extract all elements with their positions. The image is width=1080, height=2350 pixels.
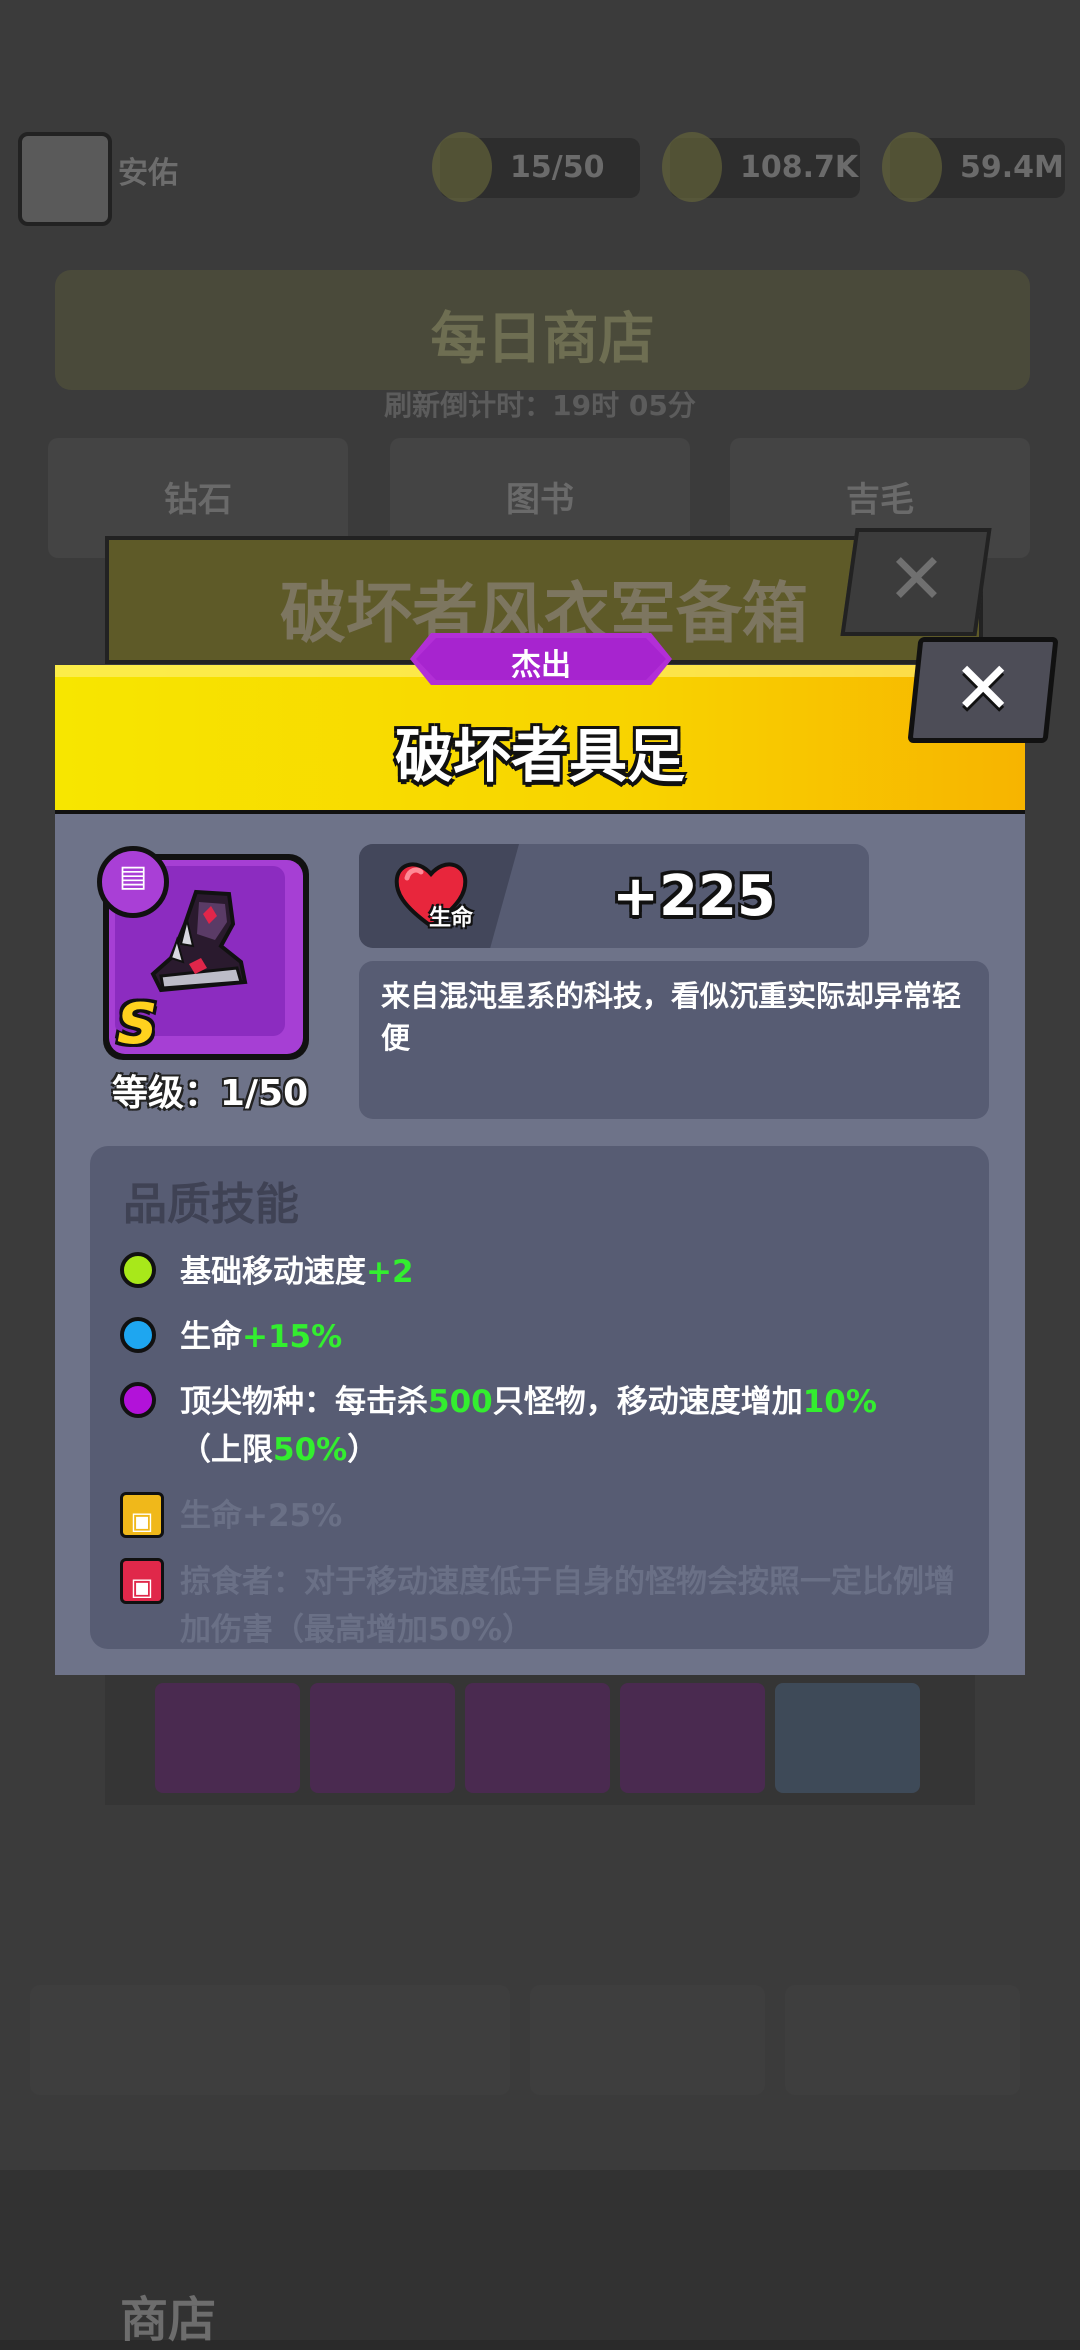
modal-body: ▤ S 等级：1/50 生命 +225 来自混沌星系的科技，看似沉重实际却异常轻…: [55, 814, 1025, 1675]
skill-text: 生命: [180, 1319, 242, 1355]
box-item-slot[interactable]: [620, 1683, 765, 1793]
locked-skill-text: 生命+25%: [180, 1498, 343, 1534]
grade-badge: S: [117, 992, 158, 1057]
buy-ten-button[interactable]: [785, 1985, 1020, 2095]
skills-title: 品质技能: [123, 1179, 299, 1230]
skill-text: ）: [347, 1432, 379, 1468]
item-description: 来自混沌星系的科技，看似沉重实际却异常轻便: [381, 979, 962, 1055]
bottom-nav: 商店: [0, 2170, 1080, 2348]
box-close-button[interactable]: ✕: [840, 528, 992, 636]
item-level: 等级：1/50: [111, 1073, 309, 1114]
shop-banner: 每日商店: [55, 270, 1030, 390]
equipment-type-badge: ▤: [97, 846, 169, 918]
coin-icon: [662, 132, 722, 202]
skill-text: 只怪物，移动速度增加: [492, 1384, 803, 1420]
refresh-countdown: 刷新倒计时：19时 05分: [384, 389, 696, 422]
shop-card-label: 吉毛: [846, 480, 914, 520]
gems-resource[interactable]: 59.4M: [882, 132, 1065, 202]
skill-value: 10%: [802, 1384, 877, 1420]
armor-type-icon: ▤: [118, 859, 148, 894]
skill-text: 顶尖物种：每击杀: [180, 1384, 428, 1420]
box-item-slot[interactable]: [155, 1683, 300, 1793]
box-item-slot[interactable]: [310, 1683, 455, 1793]
item-detail-modal: 杰出 破坏者具足 ✕ ▤ S 等级：1/50 生命 +225 来自混沌星系的科技…: [55, 633, 1059, 1675]
box-item-slot[interactable]: [775, 1683, 920, 1793]
skill-text: 基础移动速度: [180, 1254, 366, 1290]
shop-title: 每日商店: [430, 307, 655, 372]
stat-row: 生命 +225: [359, 844, 869, 948]
modal-header: 杰出 破坏者具足: [55, 633, 1025, 814]
lock-icon: ▣: [120, 1558, 164, 1604]
shop-card-label: 图书: [506, 480, 574, 520]
gems-value: 59.4M: [960, 150, 1064, 185]
skill-dot-green-icon: [120, 1252, 156, 1288]
locked-skill-text: 掠食者：对于移动速度低于自身的怪物会按照一定比例增加伤害（最高增加50%）: [180, 1564, 955, 1648]
stamina-icon: [432, 132, 492, 202]
player-name: 安佑: [118, 156, 178, 191]
gem-icon: [882, 132, 942, 202]
shop-info-card: [30, 1985, 510, 2095]
shop-card-label: 钻石: [164, 480, 232, 520]
skill-dot-purple-icon: [120, 1382, 156, 1418]
item-description-box: 来自混沌星系的科技，看似沉重实际却异常轻便: [359, 961, 989, 1119]
stamina-resource[interactable]: 15/50: [432, 132, 640, 202]
close-icon: ✕: [887, 538, 946, 620]
rarity-label: 杰出: [511, 648, 571, 683]
box-item-slot[interactable]: [465, 1683, 610, 1793]
skill-text: （上限: [180, 1432, 273, 1468]
stat-value: +225: [612, 864, 776, 929]
skill-value: +15%: [242, 1319, 343, 1355]
skill-value: 500: [428, 1384, 493, 1420]
stat-label: 生命: [429, 906, 474, 931]
buy-one-button[interactable]: [530, 1985, 765, 2095]
close-icon: ✕: [953, 646, 1014, 730]
skill-value: 50%: [273, 1432, 348, 1468]
skill-value: +2: [366, 1254, 414, 1290]
skill-dot-blue-icon: [120, 1317, 156, 1353]
item-title: 破坏者具足: [394, 722, 685, 790]
lock-icon: ▣: [120, 1492, 164, 1538]
coins-resource[interactable]: 108.7K: [662, 132, 860, 202]
coins-value: 108.7K: [740, 150, 859, 185]
quality-skills-panel: 品质技能 基础移动速度+2 生命+15% 顶尖物种：每击杀500只怪物，移动速度…: [90, 1146, 989, 1649]
stamina-value: 15/50: [510, 150, 605, 185]
player-avatar[interactable]: [18, 132, 112, 226]
modal-close-button[interactable]: ✕: [907, 637, 1059, 743]
rarity-badge: 杰出: [410, 633, 672, 685]
